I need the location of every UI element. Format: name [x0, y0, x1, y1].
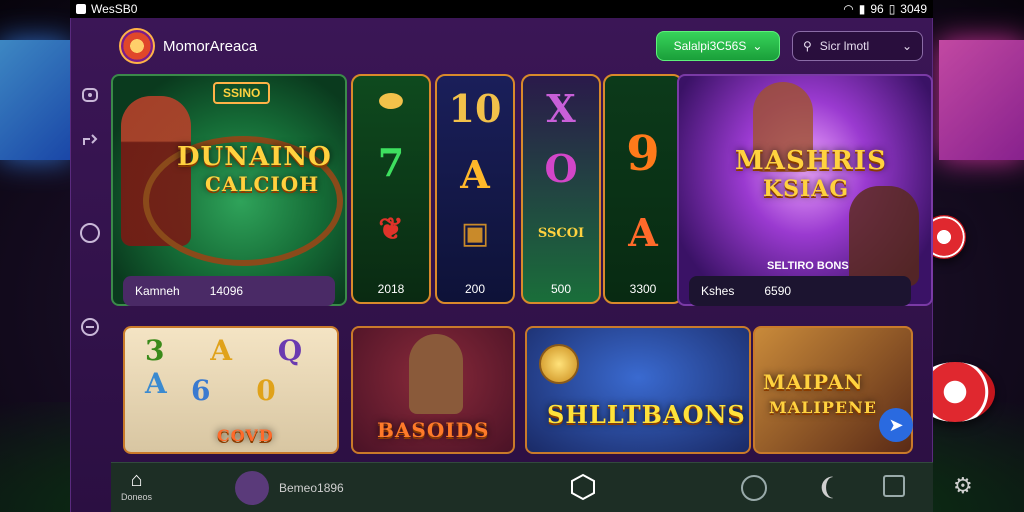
character-figure — [409, 334, 463, 414]
game-tile-dunaino-casino[interactable]: SSINO DUNAINO CALCIOH — [111, 74, 347, 306]
nav-home[interactable]: ⌂ Doneos — [121, 469, 152, 502]
nav-profile[interactable]: Bemeo1896 — [235, 471, 344, 505]
nav-lock[interactable] — [883, 475, 905, 497]
character-figure — [849, 186, 919, 286]
nav-home-label: Doneos — [121, 492, 153, 502]
game-caption: Kshes 6590 — [689, 276, 911, 306]
header: MomorAreaca Salalpi3C56S ⌄ ⚲ Sicr lmotl … — [111, 28, 923, 64]
balance-button[interactable]: Salalpi3C56S ⌄ — [656, 31, 780, 61]
game-subtitle: KSIAG — [763, 176, 850, 202]
slot-reel[interactable]: ⬬ 7 ❦ 2018 — [351, 74, 431, 304]
game-caption: Kamneh 14096 — [123, 276, 335, 306]
game-subtitle: MALIPENE — [769, 398, 877, 417]
reel-symbol-mid: O — [544, 146, 578, 191]
caption-value: 14096 — [209, 284, 244, 298]
nav-hexagon[interactable] — [569, 473, 597, 501]
hexagon-icon — [571, 473, 595, 501]
game-tile-covd[interactable]: 3 A Q A 6 0 COVD — [123, 326, 339, 454]
brand[interactable]: MomorAreaca — [119, 28, 257, 64]
lock-icon — [883, 475, 905, 497]
gear-icon: ⚙ — [953, 473, 973, 498]
nav-profile-label: Bemeo1896 — [279, 481, 344, 495]
status-bar: WesSB0 ◠ ▮ 96 ▯ 3049 — [70, 0, 933, 18]
avatar — [235, 471, 269, 505]
side-rail — [71, 18, 109, 458]
arrow-right-icon: ➤ — [888, 414, 904, 435]
reel-value: 500 — [550, 282, 572, 296]
reel-symbol-bottom: ▣ — [460, 216, 490, 251]
game-title: MASHRIS — [735, 146, 887, 176]
game-title: BASOIDS — [377, 418, 490, 442]
notification-icon — [76, 4, 86, 14]
reel-symbol-mid: A — [460, 152, 490, 197]
reel-symbol-top: X — [546, 86, 576, 131]
battery-icon: ▯ — [888, 2, 896, 16]
game-title: COVD — [217, 426, 274, 445]
caption-name: Kshes — [701, 284, 735, 298]
chevron-left-icon: ❨ — [817, 474, 838, 501]
app-window: MomorAreaca Salalpi3C56S ⌄ ⚲ Sicr lmotl … — [70, 18, 973, 512]
chevron-down-icon: ⌄ — [752, 39, 763, 53]
slot-reel[interactable]: 9 A 3300 — [603, 74, 683, 304]
nav-settings[interactable]: ⚙ — [953, 473, 973, 499]
reel-symbol-bottom: SSCOI — [537, 226, 585, 241]
game-tile-basoids[interactable]: BASOIDS — [351, 326, 515, 454]
brand-logo-icon — [119, 28, 155, 64]
nav-back[interactable]: ❨ — [817, 473, 837, 502]
battery-label: 3049 — [900, 2, 927, 16]
nav-spiral[interactable] — [741, 475, 767, 501]
reel-symbol-bottom: ❦ — [378, 212, 404, 247]
game-title: MAIPAN — [763, 370, 864, 394]
app-name: MomorAreaca — [163, 37, 258, 55]
game-tagline: SELTIRO BONS — [767, 260, 849, 272]
reel-value: 2018 — [377, 282, 405, 296]
chevron-down-icon: ⌄ — [901, 39, 912, 53]
reel-symbol-top: 10 — [448, 86, 502, 131]
bottom-nav: ⌂ Doneos Bemeo1896 ❨ ⚙ — [111, 462, 973, 512]
background-screen-right — [939, 40, 1024, 160]
target-icon[interactable] — [79, 222, 101, 244]
balance-label: Salalpi3C56S — [673, 39, 747, 53]
reel-symbol-mid: 7 — [377, 140, 405, 185]
coin-icon — [539, 344, 579, 384]
game-subtitle: CALCIOH — [205, 172, 320, 196]
search-icon: ⚲ — [803, 39, 812, 53]
wifi-icon: ◠ — [843, 2, 854, 16]
spiral-icon — [741, 475, 767, 501]
share-icon[interactable] — [79, 130, 101, 152]
search-box[interactable]: ⚲ Sicr lmotl ⌄ — [792, 31, 923, 61]
search-label: Sicr lmotl — [819, 39, 870, 53]
carrier-label: WesSB0 — [91, 2, 138, 16]
neon-sign: SSINO — [213, 82, 271, 104]
signal-label: 96 — [870, 2, 884, 16]
background-screen-left — [0, 40, 70, 160]
game-tile-shlltbaons[interactable]: SHLLTBAONS — [525, 326, 751, 454]
caption-value: 6590 — [764, 284, 792, 298]
home-icon: ⌂ — [130, 469, 143, 491]
next-arrow-button[interactable]: ➤ — [879, 408, 913, 442]
signal-icon: ▮ — [858, 2, 866, 16]
reel-value: 200 — [464, 282, 486, 296]
reel-symbol-top: ⬬ — [379, 84, 403, 117]
home-icon[interactable] — [79, 84, 101, 106]
game-title: SHLLTBAONS — [547, 400, 746, 429]
slot-symbols: 6 0 — [191, 374, 294, 407]
slot-reel[interactable]: 10 A ▣ 200 — [435, 74, 515, 304]
slot-reel[interactable]: X O SSCOI 500 — [521, 74, 601, 304]
reel-symbol-bottom: A — [628, 210, 658, 255]
chat-icon[interactable] — [79, 316, 101, 338]
caption-name: Kamneh — [135, 284, 180, 298]
reel-symbol-mid: 9 — [626, 126, 660, 182]
game-title: DUNAINO — [177, 142, 332, 172]
game-tile-mashris-ksiag[interactable]: MASHRIS KSIAG SELTIRO BONS — [677, 74, 933, 306]
reel-value: 3300 — [629, 282, 657, 296]
